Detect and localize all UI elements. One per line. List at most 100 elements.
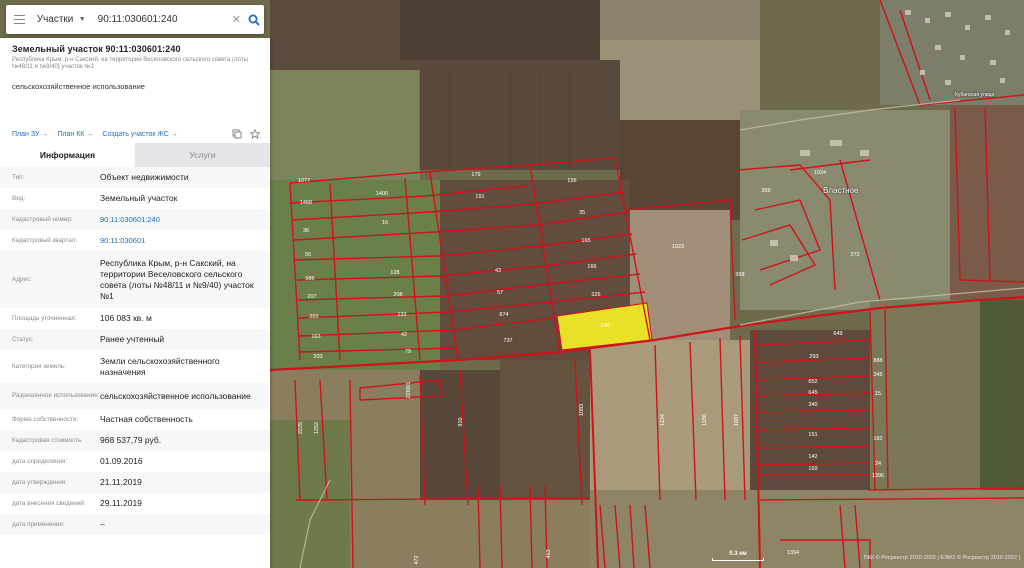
info-row-label: дата определения:: [12, 457, 68, 465]
info-row: Статус: Ранее учтенный: [0, 329, 270, 350]
parcel-number-label: 888: [873, 358, 882, 364]
parcel-number-label: 340: [808, 402, 817, 408]
info-row: Разрешенное использование: сельскохозяйст…: [0, 383, 270, 409]
parcel-purpose: сельскохозяйственное использование: [12, 82, 145, 91]
parcel-number-label: 156: [567, 178, 576, 184]
search-type-select[interactable]: Участки: [33, 14, 79, 25]
parcel-number-label: 1252: [314, 422, 320, 434]
info-row: Тип: Объект недвижимости: [0, 167, 270, 188]
link-create-zhs[interactable]: Создать участок ЖС →: [102, 131, 178, 138]
parcel-number-label: 15: [875, 391, 881, 397]
parcel-number-label: 1023: [672, 244, 684, 250]
info-row-label: Кадастровый квартал:: [12, 236, 78, 244]
arrow-right-icon: →: [41, 130, 49, 138]
info-row: Кадастровый номер: 90:11:030601:240: [0, 209, 270, 230]
arrow-right-icon: →: [170, 130, 178, 138]
info-row-value: Земельный участок: [100, 193, 178, 203]
search-bar: Участки ▼ ✕: [6, 5, 264, 34]
info-row-label: Форма собственности:: [12, 415, 79, 423]
parcel-number-label: 166: [587, 264, 596, 270]
panel-tabs: Информация Услуги: [0, 143, 270, 167]
info-row: дата внесения сведений: 29.11.2019: [0, 493, 270, 514]
tab-services[interactable]: Услуги: [135, 143, 270, 167]
info-row-label: дата применения:: [12, 520, 65, 528]
star-icon[interactable]: [250, 129, 260, 139]
info-row: Форма собственности: Частная собственност…: [0, 409, 270, 430]
close-icon[interactable]: ✕: [230, 13, 243, 26]
info-row-value: Частная собственность: [100, 414, 193, 424]
search-icon: [248, 14, 260, 26]
parcel-number-label: 36: [303, 228, 309, 234]
info-table: Тип: Объект недвижимости Вид: Земельный уча…: [0, 167, 270, 535]
parcel-number-label: 645: [808, 390, 817, 396]
parcel-number-label: 345: [873, 372, 882, 378]
parcel-number-label: 463: [546, 549, 552, 558]
parcel-number-label: 1394: [787, 550, 799, 556]
parcel-number-label: 910: [458, 417, 464, 426]
parcel-number-label: 35: [579, 210, 585, 216]
parcel-number-label: 43: [495, 268, 501, 274]
tab-info[interactable]: Информация: [0, 143, 135, 167]
chevron-down-icon[interactable]: ▼: [79, 16, 86, 23]
parcel-number-label: 79: [405, 349, 411, 355]
parcel-number-label: 128: [390, 270, 399, 276]
info-row: Площадь уточненная: 106 083 кв. м: [0, 308, 270, 329]
info-row-value[interactable]: 90:11:030601: [100, 235, 258, 246]
info-row: дата применения: –: [0, 514, 270, 535]
parcel-number-label: 163: [311, 334, 320, 340]
panel-links: План ЗУ → План КК → Создать участок ЖС →: [12, 129, 260, 139]
scale-bar: [712, 558, 764, 561]
info-row-label: Площадь уточненная:: [12, 314, 77, 322]
parcel-number-label: 240: [600, 323, 609, 329]
parcel-number-label: 42: [401, 332, 407, 338]
parcel-number-label: 208: [393, 292, 402, 298]
map-scale: 0.3 км: [712, 551, 764, 561]
info-row-value: 968 537,79 руб.: [100, 435, 162, 445]
search-input[interactable]: [97, 14, 230, 25]
info-row: Кадастровый квартал: 90:11:030601: [0, 230, 270, 251]
info-row-value: Земли сельскохозяйственного назначения: [100, 355, 220, 377]
info-row-label: Тип:: [12, 173, 25, 181]
info-row-value[interactable]: 90:11:030601:240: [100, 214, 258, 225]
info-row-value: 29.11.2019: [100, 498, 142, 508]
info-row: Адрес: Республика Крым, р-н Сакский, на т…: [0, 251, 270, 308]
search-button[interactable]: [243, 5, 264, 34]
parcel-number-label: 57: [497, 290, 503, 296]
info-row: Кадастровая стоимость: 968 537,79 руб.: [0, 430, 270, 451]
menu-icon[interactable]: [6, 5, 33, 34]
parcel-number-label: 142: [808, 454, 817, 460]
copy-icon[interactable]: [232, 129, 242, 139]
parcel-subtitle: Республика Крым, р-н Сакский, на террито…: [12, 57, 248, 70]
parcel-number-label: 874: [499, 312, 508, 318]
street-label: Кубанская улица: [955, 92, 995, 98]
parcel-number-label: 1024: [814, 170, 826, 176]
info-row-value: 106 083 кв. м: [100, 313, 152, 323]
parcel-number-label: 737: [503, 338, 512, 344]
info-row-value: сельскохозяйственное использование: [100, 390, 251, 401]
parcel-number-label: 191: [475, 194, 484, 200]
info-row: Категория земель: Земли сельскохозяйствен…: [0, 350, 270, 383]
place-label: Властное: [823, 186, 859, 195]
info-row-label: Кадастровая стоимость:: [12, 436, 84, 444]
parcel-number-label: 1134: [660, 414, 666, 426]
parcel-number-label: 368: [735, 272, 744, 278]
link-plan-zu[interactable]: План ЗУ →: [12, 131, 48, 138]
info-row: Вид: Земельный участок: [0, 188, 270, 209]
info-row-label: Категория земель:: [12, 362, 66, 370]
parcel-number-label: 272: [850, 252, 859, 258]
parcel-number-label: 472: [414, 555, 420, 564]
info-row-value: Ранее учтенный: [100, 334, 165, 344]
info-row-value: –: [100, 519, 105, 529]
info-row-label: Вид:: [12, 194, 26, 202]
parcel-number-label: 165: [581, 238, 590, 244]
parcel-number-label: 1468: [300, 200, 312, 206]
info-row-label: Статус:: [12, 335, 34, 343]
parcel-number-label: 207: [307, 294, 316, 300]
info-row-value: Республика Крым, р-н Сакский, на террито…: [100, 257, 254, 301]
parcel-number-label: 325: [591, 292, 600, 298]
info-row-value: Объект недвижимости: [100, 172, 189, 182]
parcel-number-label: 24: [875, 461, 881, 467]
parcel-number-label: 56: [305, 252, 311, 258]
link-plan-kk[interactable]: План КК →: [57, 131, 93, 138]
parcel-number-label: 16: [382, 220, 388, 226]
